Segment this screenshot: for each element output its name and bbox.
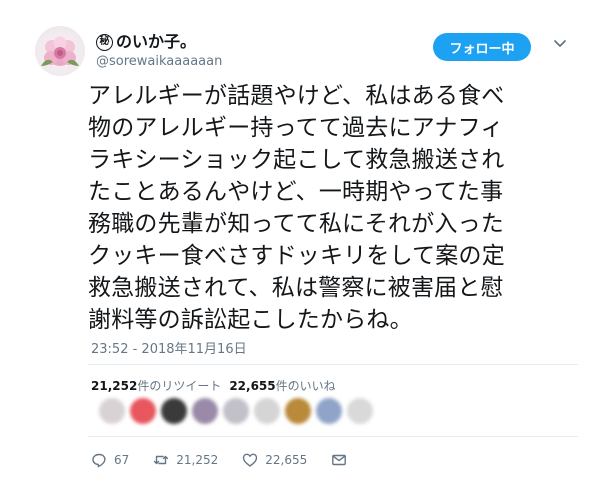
reply-icon — [92, 453, 106, 468]
like-count: 22,655 — [265, 453, 308, 467]
retweet-count: 21,252 — [176, 453, 219, 467]
reply-button[interactable]: 67 — [91, 452, 129, 468]
divider — [88, 436, 578, 437]
like-stat[interactable]: 22,655件のいいね — [229, 377, 335, 394]
liker-avatars — [99, 398, 373, 424]
tweet-line: ラキシーショック起こして救急搬送され — [88, 147, 505, 173]
display-name-text: のいか子。 — [116, 32, 197, 51]
tweet-line: アレルギーが話題やけど、私はある食べ — [88, 83, 505, 109]
liker-avatar[interactable] — [316, 398, 342, 424]
liker-avatar[interactable] — [254, 398, 280, 424]
reply-count: 67 — [114, 453, 130, 467]
secret-mark-icon: 秘 — [96, 33, 113, 51]
liker-avatar[interactable] — [192, 398, 218, 424]
tweet-line: 物のアレルギー持ってて過去にアナフィ — [88, 115, 504, 141]
chevron-down-icon[interactable] — [553, 38, 567, 50]
tweet-timestamp[interactable]: 23:52 - 2018年11月16日 — [91, 338, 247, 357]
liker-avatar[interactable] — [223, 398, 249, 424]
tweet-text: アレルギーが話題やけど、私はある食べ 物のアレルギー持ってて過去にアナフィ ラキ… — [88, 80, 560, 336]
like-button[interactable]: 22,655 — [242, 452, 307, 468]
tweet-line: クッキー食べさすドッキリをして案の定 — [88, 243, 505, 269]
liker-avatar[interactable] — [130, 398, 156, 424]
retweet-stat-label: 件のリツイート — [137, 379, 222, 393]
envelope-icon — [332, 454, 347, 466]
like-stat-count: 22,655 — [229, 379, 276, 393]
liker-avatar[interactable] — [99, 398, 125, 424]
direct-message-button[interactable] — [331, 452, 347, 468]
liker-avatar[interactable] — [161, 398, 187, 424]
display-name[interactable]: 秘 のいか子。 — [96, 32, 196, 52]
retweet-stat[interactable]: 21,252件のリツイート — [91, 377, 221, 394]
following-button[interactable]: フォロー中 — [433, 33, 531, 61]
tweet-actions: 67 21,252 22,655 — [91, 452, 371, 468]
like-stat-label: 件のいいね — [275, 379, 336, 393]
liker-avatar[interactable] — [347, 398, 373, 424]
divider — [88, 364, 578, 365]
tweet-line: 謝料等の訴訟起こしたからね。 — [88, 307, 413, 333]
retweet-stat-count: 21,252 — [91, 379, 138, 393]
avatar[interactable] — [35, 26, 85, 76]
heart-icon — [243, 453, 258, 467]
retweet-button[interactable]: 21,252 — [153, 452, 218, 468]
engagement-stats: 21,252件のリツイート 22,655件のいいね — [91, 377, 336, 394]
retweet-icon — [154, 455, 169, 465]
flower-avatar-image — [41, 36, 79, 66]
tweet-line: たことあるんやけど、一時期やってた事 — [88, 179, 504, 205]
tweet-line: 務職の先輩が知ってて私にそれが入った — [88, 211, 504, 237]
liker-avatar[interactable] — [285, 398, 311, 424]
tweet-line: 救急搬送されて、私は警察に被害届と慰 — [88, 275, 504, 301]
user-handle[interactable]: @sorewaikaaaaaan — [96, 54, 222, 70]
